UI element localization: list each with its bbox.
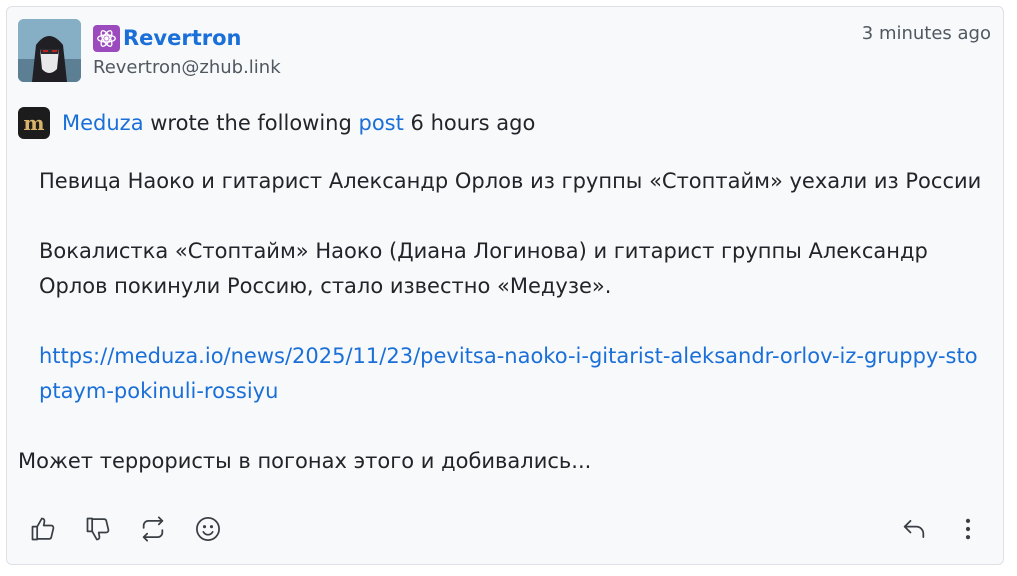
post-card: Revertron Revertron@zhub.link 3 minutes …	[6, 6, 1004, 565]
source-post-link[interactable]: post	[359, 111, 404, 135]
comment-text: Может террористы в погонах этого и добив…	[18, 449, 592, 473]
action-bar	[7, 509, 1003, 549]
boost-time: 6 hours ago	[403, 111, 536, 135]
author-avatar[interactable]	[18, 19, 81, 82]
smiley-icon[interactable]	[192, 513, 224, 545]
more-vertical-icon[interactable]	[952, 513, 984, 545]
post-timestamp[interactable]: 3 minutes ago	[862, 23, 991, 44]
quoted-title: Певица Наоко и гитарист Александр Орлов …	[39, 169, 982, 193]
boost-text: wrote the following	[143, 111, 359, 135]
quoted-post: Певица Наоко и гитарист Александр Орлов …	[39, 164, 989, 409]
boost-header: m Meduza wrote the following post 6 hour…	[18, 107, 535, 139]
author-name[interactable]: Revertron	[123, 26, 241, 50]
meduza-logo-icon[interactable]: m	[18, 107, 50, 139]
author-handle: Revertron@zhub.link	[93, 57, 281, 78]
source-author-link[interactable]: Meduza	[62, 111, 144, 135]
thumbs-down-icon[interactable]	[82, 513, 114, 545]
atom-icon	[93, 24, 120, 52]
repeat-icon[interactable]	[137, 513, 169, 545]
thumbs-up-icon[interactable]	[27, 513, 59, 545]
article-link[interactable]: https://meduza.io/news/2025/11/23/pevits…	[39, 344, 978, 403]
reply-icon[interactable]	[898, 513, 930, 545]
quoted-body: Вокалистка «Стоптайм» Наоко (Диана Логин…	[39, 239, 928, 298]
author-line: Revertron	[93, 23, 241, 53]
